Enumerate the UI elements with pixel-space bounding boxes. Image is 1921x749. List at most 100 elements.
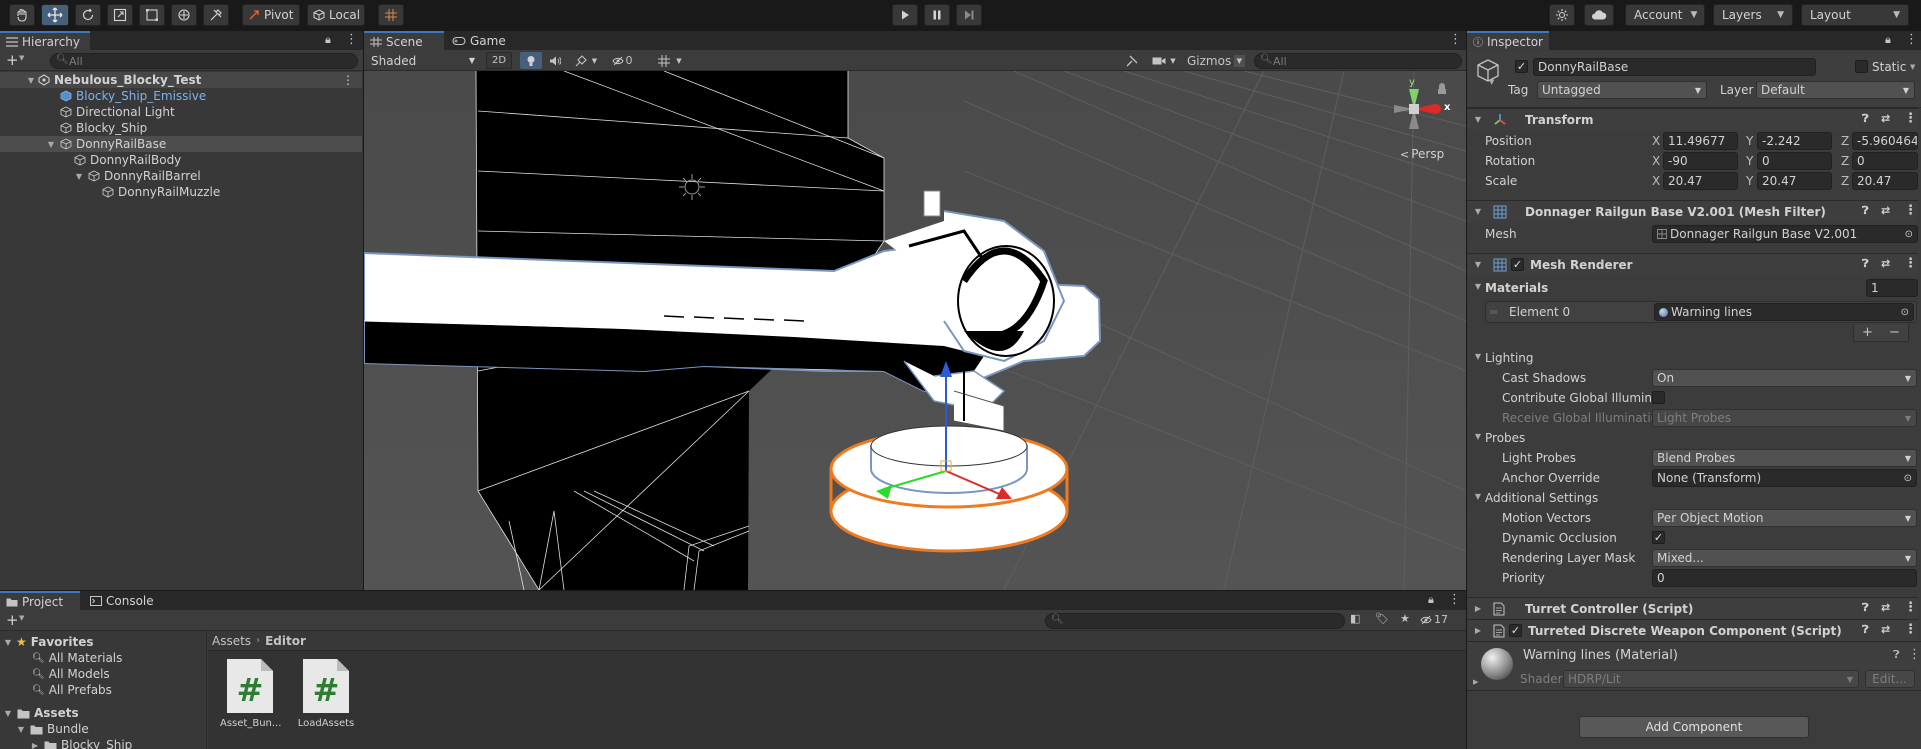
- expand-arrow-icon[interactable]: ▼: [74, 172, 84, 181]
- favorite-item[interactable]: 🔍︎ All Prefabs: [0, 682, 206, 698]
- hierarchy-scene-row[interactable]: ▼ Nebulous_Blocky_Test ⋮: [0, 72, 362, 88]
- turreted-weapon-component-header[interactable]: ▶ ✓ Turreted Discrete Weapon Component (…: [1467, 619, 1918, 641]
- assets-folder-row[interactable]: ▼ Assets: [0, 705, 206, 721]
- hidden-packages-toggle[interactable]: 17: [1420, 613, 1448, 626]
- package-manager-button[interactable]: [1549, 4, 1575, 26]
- chevron-down-icon[interactable]: ▼: [19, 614, 24, 622]
- position-y-field[interactable]: -2.242: [1757, 132, 1832, 150]
- preset-icon[interactable]: ⇄: [1881, 601, 1890, 614]
- hierarchy-item[interactable]: ▼ DonnyRailBarrel: [0, 168, 362, 184]
- favorite-star-icon[interactable]: ★: [1400, 612, 1410, 625]
- lighting-toggle[interactable]: [520, 52, 542, 69]
- expand-arrow-icon[interactable]: ▶: [30, 741, 40, 749]
- object-picker-icon[interactable]: ⊙: [1904, 473, 1912, 484]
- position-x-field[interactable]: 11.49677: [1663, 132, 1738, 150]
- hierarchy-search-input[interactable]: 🔍︎ All: [50, 53, 358, 69]
- tab-inspector[interactable]: ⓘ Inspector: [1467, 31, 1549, 50]
- more-options-icon[interactable]: ⋮: [1908, 647, 1921, 662]
- contribute-gi-checkbox[interactable]: [1652, 391, 1665, 404]
- foldout-arrow-icon[interactable]: ▼: [1473, 282, 1483, 291]
- expand-arrow-icon[interactable]: ▼: [3, 709, 13, 718]
- tab-console[interactable]: Console: [84, 591, 164, 610]
- chevron-down-icon[interactable]: ▼: [1489, 78, 1494, 86]
- materials-size-field[interactable]: 1: [1866, 279, 1918, 297]
- add-element-button[interactable]: +: [1862, 325, 1873, 340]
- add-button[interactable]: +: [6, 51, 19, 69]
- search-by-label-icon[interactable]: 🏷︎: [1375, 612, 1389, 625]
- pause-button[interactable]: [924, 4, 950, 26]
- foldout-arrow-icon[interactable]: ▶: [1473, 678, 1478, 686]
- more-options-icon[interactable]: ⋮: [1904, 622, 1917, 637]
- step-button[interactable]: [956, 4, 982, 26]
- light-probes-dropdown[interactable]: Blend Probes ▼: [1652, 449, 1917, 467]
- rotation-z-field[interactable]: 0: [1852, 152, 1918, 170]
- breadcrumb-root[interactable]: Assets: [212, 634, 251, 648]
- more-options-icon[interactable]: ⋮: [1905, 32, 1918, 47]
- more-options-icon[interactable]: ⋮: [342, 73, 354, 87]
- scene-search-input[interactable]: 🔍︎ All: [1254, 53, 1462, 69]
- lock-icon[interactable]: 🔒︎: [1885, 33, 1891, 47]
- active-checkbox[interactable]: ✓: [1515, 60, 1528, 73]
- rotation-y-field[interactable]: 0: [1757, 152, 1832, 170]
- expand-arrow-icon[interactable]: ▼: [0, 76, 38, 85]
- more-options-icon[interactable]: ⋮: [345, 32, 358, 47]
- tools-overlay-toggle[interactable]: [1121, 52, 1143, 69]
- tab-hierarchy[interactable]: Hierarchy: [0, 31, 90, 50]
- turreted-weapon-enabled-checkbox[interactable]: ✓: [1509, 624, 1522, 637]
- more-options-icon[interactable]: ⋮: [1904, 600, 1917, 615]
- hand-tool-button[interactable]: [9, 4, 35, 26]
- help-icon[interactable]: ❓︎: [1862, 601, 1869, 615]
- foldout-arrow-icon[interactable]: ▼: [1473, 352, 1483, 361]
- help-icon[interactable]: ❓︎: [1862, 112, 1869, 126]
- expand-arrow-icon[interactable]: ▼: [3, 638, 13, 647]
- foldout-arrow-icon[interactable]: ▼: [1473, 207, 1483, 216]
- account-dropdown[interactable]: Account ▼: [1625, 4, 1705, 26]
- pivot-toggle[interactable]: Pivot: [242, 4, 300, 26]
- chevron-down-icon[interactable]: ▼: [1910, 63, 1915, 71]
- chevron-down-icon[interactable]: ▼: [19, 54, 24, 62]
- tag-dropdown[interactable]: Untagged ▼: [1537, 81, 1707, 99]
- bundle-folder-row[interactable]: ▼ Bundle: [0, 721, 206, 737]
- more-options-icon[interactable]: ⋮: [1904, 256, 1917, 271]
- foldout-arrow-icon[interactable]: ▼: [1473, 492, 1483, 501]
- transform-tool-button[interactable]: [171, 4, 197, 26]
- tab-game[interactable]: Game: [446, 31, 516, 50]
- custom-tool-button[interactable]: [203, 4, 229, 26]
- mesh-renderer-enabled-checkbox[interactable]: ✓: [1511, 258, 1524, 271]
- grid-snap-button[interactable]: [378, 4, 404, 26]
- foldout-arrow-icon[interactable]: ▼: [1473, 432, 1483, 441]
- more-options-icon[interactable]: ⋮: [1448, 592, 1461, 607]
- more-options-icon[interactable]: ⋮: [1904, 111, 1917, 126]
- help-icon[interactable]: ❓︎: [1862, 204, 1869, 218]
- shader-edit-button[interactable]: Edit...: [1865, 670, 1915, 688]
- rendering-layer-mask-dropdown[interactable]: Mixed... ▼: [1652, 549, 1917, 567]
- scale-y-field[interactable]: 20.47: [1757, 172, 1832, 190]
- scene-viewport[interactable]: y x < Persp: [364, 71, 1466, 590]
- local-toggle[interactable]: Local: [307, 4, 365, 26]
- layout-dropdown[interactable]: Layout ▼: [1801, 4, 1909, 26]
- help-icon[interactable]: ❓︎: [1862, 257, 1869, 271]
- tab-project[interactable]: Project: [0, 591, 80, 610]
- hidden-objects-toggle[interactable]: 0: [607, 52, 637, 69]
- remove-element-button[interactable]: −: [1889, 325, 1900, 340]
- priority-field[interactable]: 0: [1652, 569, 1917, 587]
- drag-handle-icon[interactable]: ═: [1490, 305, 1497, 319]
- hierarchy-item[interactable]: Blocky_Ship: [0, 120, 362, 136]
- create-button[interactable]: +: [6, 611, 19, 629]
- cast-shadows-dropdown[interactable]: On ▼: [1652, 369, 1917, 387]
- 2d-toggle[interactable]: 2D: [486, 52, 512, 69]
- add-component-button[interactable]: Add Component: [1579, 716, 1809, 738]
- scale-z-field[interactable]: 20.47: [1852, 172, 1918, 190]
- project-search-input[interactable]: 🔍︎: [1045, 613, 1345, 629]
- help-icon[interactable]: ❓︎: [1893, 648, 1900, 662]
- hierarchy-item[interactable]: Directional Light: [0, 104, 362, 120]
- favorite-item[interactable]: 🔍︎ All Models: [0, 666, 206, 682]
- motion-vectors-dropdown[interactable]: Per Object Motion ▼: [1652, 509, 1917, 527]
- scale-tool-button[interactable]: [107, 4, 133, 26]
- hierarchy-item-selected[interactable]: ▼ DonnyRailBase: [0, 136, 362, 152]
- file-item[interactable]: # Asset_Bun...: [220, 657, 281, 737]
- projection-toggle[interactable]: < Persp: [1400, 147, 1444, 161]
- turret-controller-component-header[interactable]: ▶ Turret Controller (Script) ❓︎ ⇄ ⋮: [1467, 597, 1918, 619]
- more-options-icon[interactable]: ⋮: [1904, 203, 1917, 218]
- foldout-arrow-icon[interactable]: ▶: [1473, 604, 1483, 613]
